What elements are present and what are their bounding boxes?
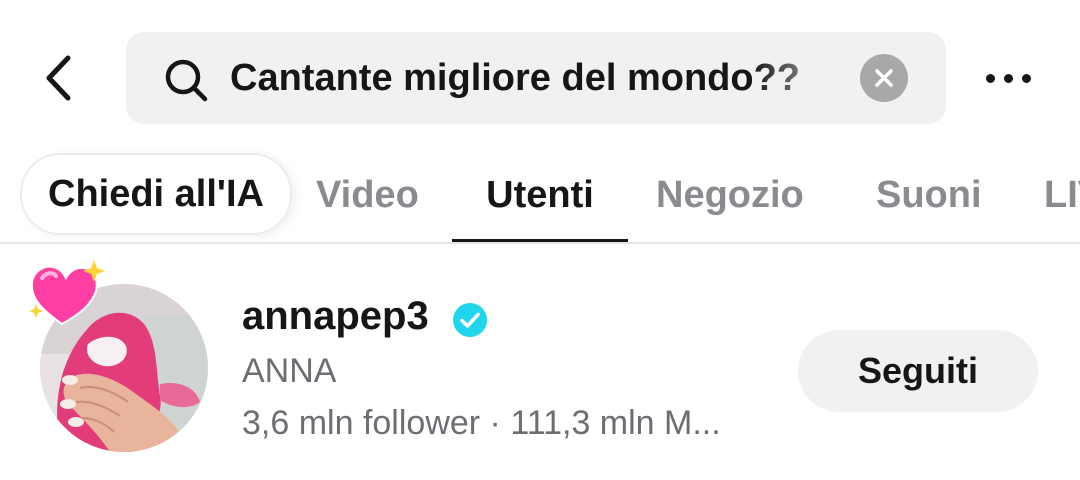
following-button-label: Seguiti [857, 350, 978, 391]
back-button[interactable] [34, 52, 82, 104]
username: annapep3 [242, 294, 429, 338]
chevron-left-icon [46, 55, 71, 101]
stats-separator: · [480, 404, 511, 442]
ask-ai-tab[interactable]: Chiedi all'IA [20, 153, 292, 235]
tab-negozio[interactable]: Negozio [656, 148, 804, 242]
more-horizontal-icon [985, 73, 995, 83]
close-icon [875, 69, 893, 87]
tab-label: Negozio [656, 173, 804, 216]
tab-label: Utenti [486, 173, 594, 216]
search-input[interactable]: Cantante migliore del mondo?? [230, 32, 850, 124]
tab-live[interactable]: LIVE [1044, 148, 1080, 242]
search-bar[interactable]: Cantante migliore del mondo?? [126, 32, 946, 124]
tab-label: Chiedi all'IA [48, 172, 264, 215]
search-icon [165, 59, 208, 102]
more-options-button[interactable] [976, 56, 1040, 100]
verified-badge-icon [453, 303, 487, 337]
clear-search-button[interactable] [860, 54, 908, 102]
search-result-tabs: Video Utenti Negozio Suoni LIVE Chiedi a… [0, 148, 1080, 244]
tab-label: Suoni [876, 173, 982, 216]
tab-label: LIVE [1044, 173, 1080, 216]
user-stats: 3,6 mln follower · 111,3 mln M... [242, 404, 721, 443]
display-name: ANNA [242, 352, 337, 390]
following-button[interactable]: Seguiti [798, 330, 1038, 412]
likes-count: 111,3 mln M... [510, 404, 721, 442]
tab-suoni[interactable]: Suoni [876, 148, 982, 242]
tab-utenti[interactable]: Utenti [452, 148, 628, 242]
user-result-row[interactable]: annapep3 ANNA 3,6 mln follower · 111,3 m… [0, 250, 1080, 480]
tab-label: Video [316, 173, 419, 216]
sparkling-heart-icon [29, 260, 105, 326]
tab-video[interactable]: Video [316, 148, 419, 242]
top-bar: Cantante migliore del mondo?? [0, 0, 1080, 150]
follower-count: 3,6 mln follower [242, 404, 481, 442]
